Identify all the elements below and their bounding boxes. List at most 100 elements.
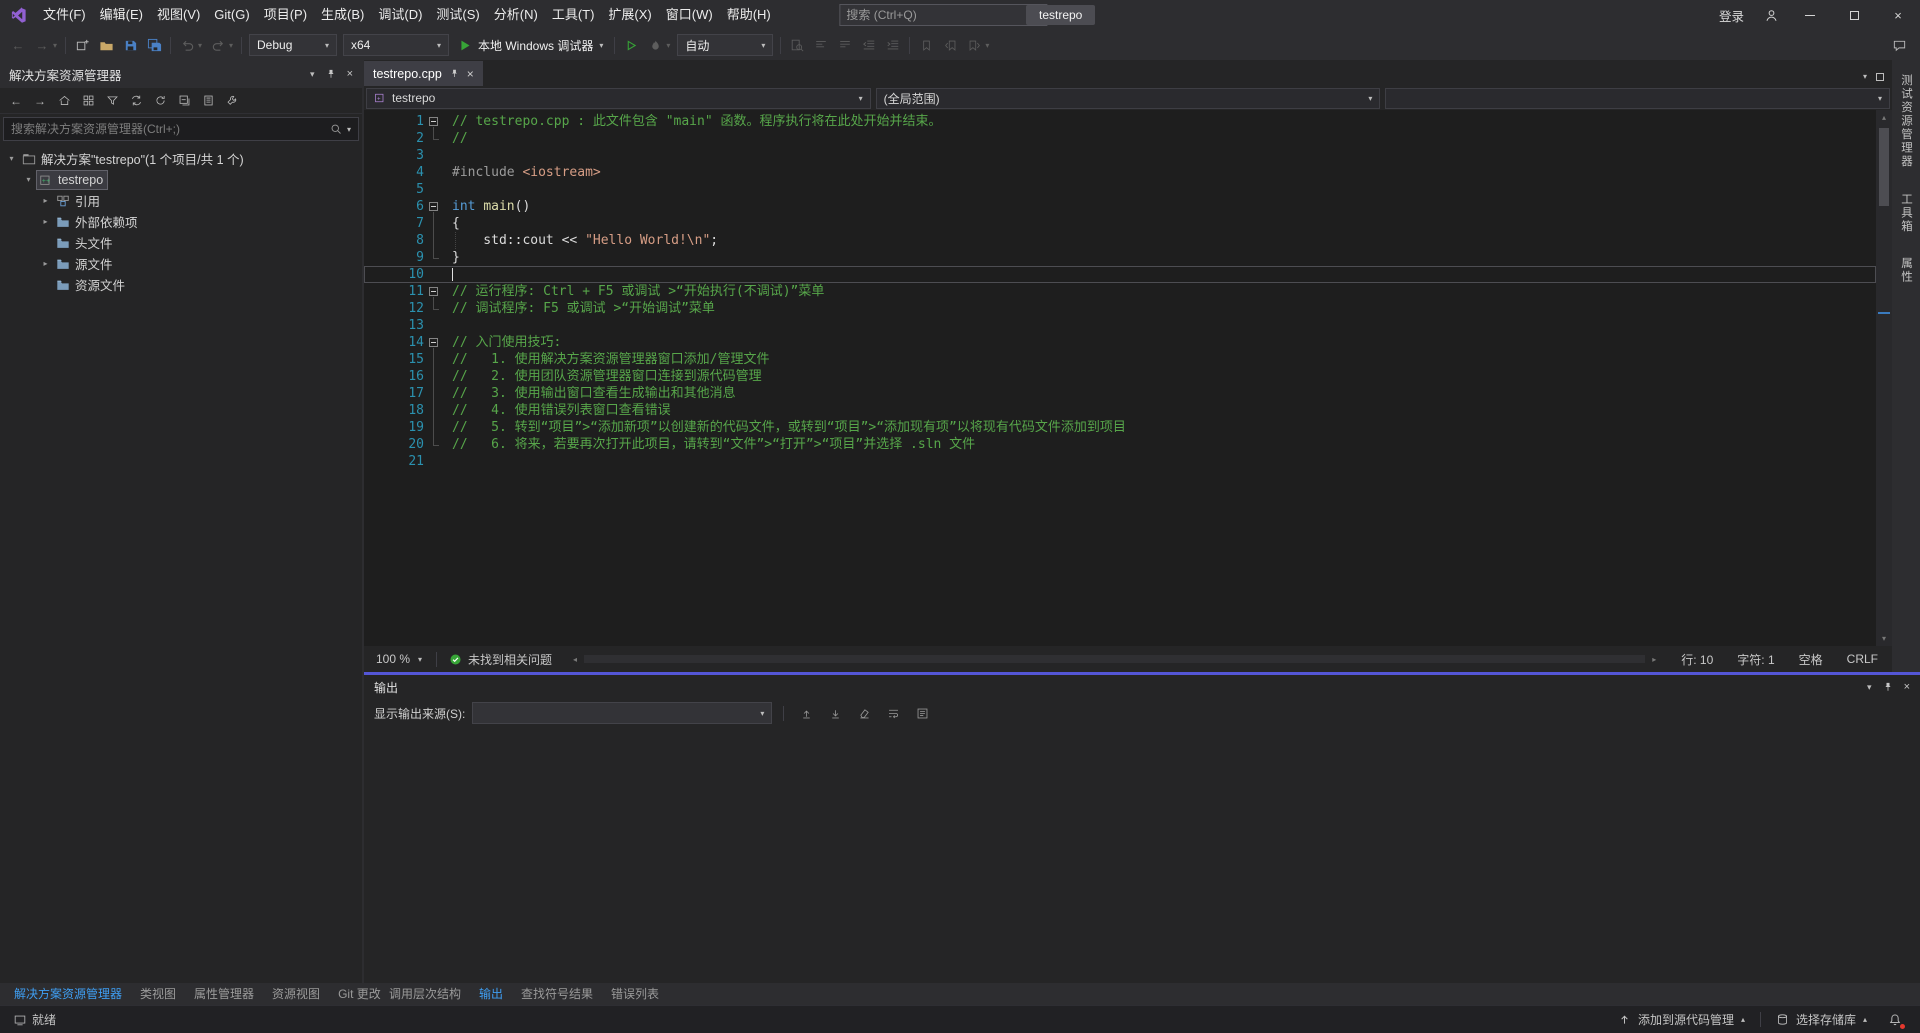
hot-reload-options-icon[interactable]: ▾ [662,32,674,58]
tree-item[interactable]: ▾++testrepo [0,169,362,190]
menu-item[interactable]: 窗口(W) [659,0,720,30]
select-repository-button[interactable]: 选择存储库 ▴ [1765,1006,1878,1033]
tree-item[interactable]: ▾解决方案"testrepo"(1 个项目/共 1 个) [0,148,362,169]
dock-tab[interactable]: 属性管理器 [185,983,263,1005]
code-editor[interactable]: 1// testrepo.cpp : 此文件包含 "main" 函数。程序执行将… [364,110,1876,646]
tree-item[interactable]: ▸外部依赖项 [0,211,362,232]
zoom-control[interactable]: 100 % ▾ [366,652,432,666]
sync-with-active-document-icon[interactable] [125,90,147,112]
line-indicator[interactable]: 行: 10 [1669,651,1725,668]
dock-tab[interactable]: 类视图 [131,983,185,1005]
scrollbar-track[interactable] [584,655,1645,663]
refresh-icon[interactable] [149,90,171,112]
tree-item[interactable]: 资源文件 [0,274,362,295]
scroll-left-icon[interactable]: ◂ [568,655,582,664]
chevron-expanded-icon[interactable]: ▾ [4,154,19,163]
tab-list-icon[interactable]: ▾ [1863,72,1867,81]
line-comment-icon[interactable] [809,32,833,58]
background-tasks-icon[interactable] [8,1013,32,1027]
member-dropdown[interactable]: ▾ [1385,88,1890,109]
scrollbar-thumb[interactable] [1879,128,1889,206]
switch-views-icon[interactable] [77,90,99,112]
menu-item[interactable]: 帮助(H) [720,0,778,30]
close-icon[interactable]: × [347,68,353,80]
fold-toggle-icon[interactable] [424,198,444,215]
goto-previous-message-icon[interactable] [795,702,817,724]
chevron-collapsed-icon[interactable]: ▸ [38,217,53,226]
close-tab-icon[interactable]: × [467,67,474,81]
configuration-dropdown[interactable]: Debug ▾ [249,34,337,56]
menu-item[interactable]: 分析(N) [487,0,545,30]
goto-next-message-icon[interactable] [824,702,846,724]
menu-item[interactable]: 扩展(X) [601,0,658,30]
save-all-icon[interactable] [142,32,166,58]
chevron-expanded-icon[interactable]: ▾ [21,175,36,184]
start-without-debugging-icon[interactable] [619,32,643,58]
editor-vertical-scrollbar[interactable]: ▴ ▾ [1876,110,1892,646]
project-dropdown[interactable]: + testrepo ▾ [366,88,871,109]
scroll-down-icon[interactable]: ▾ [1876,631,1892,646]
window-position-icon[interactable]: ▾ [1867,682,1872,693]
code-line[interactable]: 7{ [364,215,1876,232]
code-line[interactable]: 2// [364,130,1876,147]
save-icon[interactable] [118,32,142,58]
menu-item[interactable]: Git(G) [207,0,256,30]
code-line[interactable]: 21 [364,453,1876,470]
tree-item[interactable]: ▸源文件 [0,253,362,274]
collapse-region-icon[interactable] [429,338,438,347]
fold-toggle-icon[interactable] [424,334,444,351]
find-in-files-icon[interactable] [785,32,809,58]
code-line[interactable]: 4#include <iostream> [364,164,1876,181]
show-all-files-icon[interactable] [197,90,219,112]
editor-horizontal-scrollbar[interactable]: ◂ ▸ [568,655,1661,664]
properties-icon[interactable] [221,90,243,112]
code-line[interactable]: 19// 5. 转到“项目”>“添加新项”以创建新的代码文件，或转到“项目”>“… [364,419,1876,436]
scroll-right-icon[interactable]: ▸ [1647,655,1661,664]
maximize-button[interactable] [1832,0,1876,30]
code-line[interactable]: 18// 4. 使用错误列表窗口查看错误 [364,402,1876,419]
dock-tab[interactable]: 调用层次结构 [380,983,470,1005]
line-uncomment-icon[interactable] [833,32,857,58]
collapse-region-icon[interactable] [429,117,438,126]
decrease-indent-icon[interactable] [857,32,881,58]
back-icon[interactable]: ← [5,90,27,112]
dock-tab[interactable]: 查找符号结果 [512,983,602,1005]
menu-item[interactable]: 测试(S) [429,0,486,30]
start-debugging-button[interactable]: 本地 Windows 调试器 ▾ [452,32,610,58]
output-source-dropdown[interactable]: ▾ [472,702,772,724]
user-profile-icon[interactable] [1754,0,1788,30]
code-line[interactable]: 3 [364,147,1876,164]
column-indicator[interactable]: 字符: 1 [1725,651,1786,668]
navigate-backward-icon[interactable]: ← [6,32,30,58]
tree-item[interactable]: 头文件 [0,232,362,253]
toolbar-options-icon[interactable]: ▾ [981,32,993,58]
collapse-all-icon[interactable] [173,90,195,112]
auto-hide-tab[interactable]: 工具箱 [1898,193,1914,234]
scrollbar-track[interactable] [1876,125,1892,631]
code-line[interactable]: 14// 入门使用技巧: [364,334,1876,351]
code-line[interactable]: 12// 调试程序: F5 或调试 >“开始调试”菜单 [364,300,1876,317]
dock-tab[interactable]: 解决方案资源管理器 [5,983,131,1005]
clear-all-icon[interactable] [853,702,875,724]
scroll-up-icon[interactable]: ▴ [1876,110,1892,125]
pending-changes-filter-icon[interactable] [101,90,123,112]
chevron-collapsed-icon[interactable]: ▸ [38,259,53,268]
code-line[interactable]: 8 std::cout << "Hello World!\n"; [364,232,1876,249]
menu-item[interactable]: 视图(V) [150,0,207,30]
sign-in-button[interactable]: 登录 [1709,6,1754,25]
dock-tab[interactable]: 错误列表 [602,983,668,1005]
navigation-history-icon[interactable]: ▾ [49,32,61,58]
increase-indent-icon[interactable] [881,32,905,58]
menu-item[interactable]: 生成(B) [314,0,371,30]
solution-name-badge[interactable]: testrepo [1026,5,1095,25]
platform-dropdown[interactable]: x64 ▾ [343,34,449,56]
spaces-indicator[interactable]: 空格 [1787,651,1835,668]
menu-item[interactable]: 工具(T) [545,0,602,30]
code-line[interactable]: 10 [364,266,1876,283]
close-icon[interactable]: × [1904,681,1910,693]
new-project-icon[interactable] [70,32,94,58]
scope-dropdown[interactable]: (全局范围) ▾ [876,88,1381,109]
output-content[interactable] [364,727,1920,983]
code-line[interactable]: 16// 2. 使用团队资源管理器窗口连接到源代码管理 [364,368,1876,385]
add-to-source-control-button[interactable]: 添加到源代码管理 ▴ [1607,1006,1756,1033]
